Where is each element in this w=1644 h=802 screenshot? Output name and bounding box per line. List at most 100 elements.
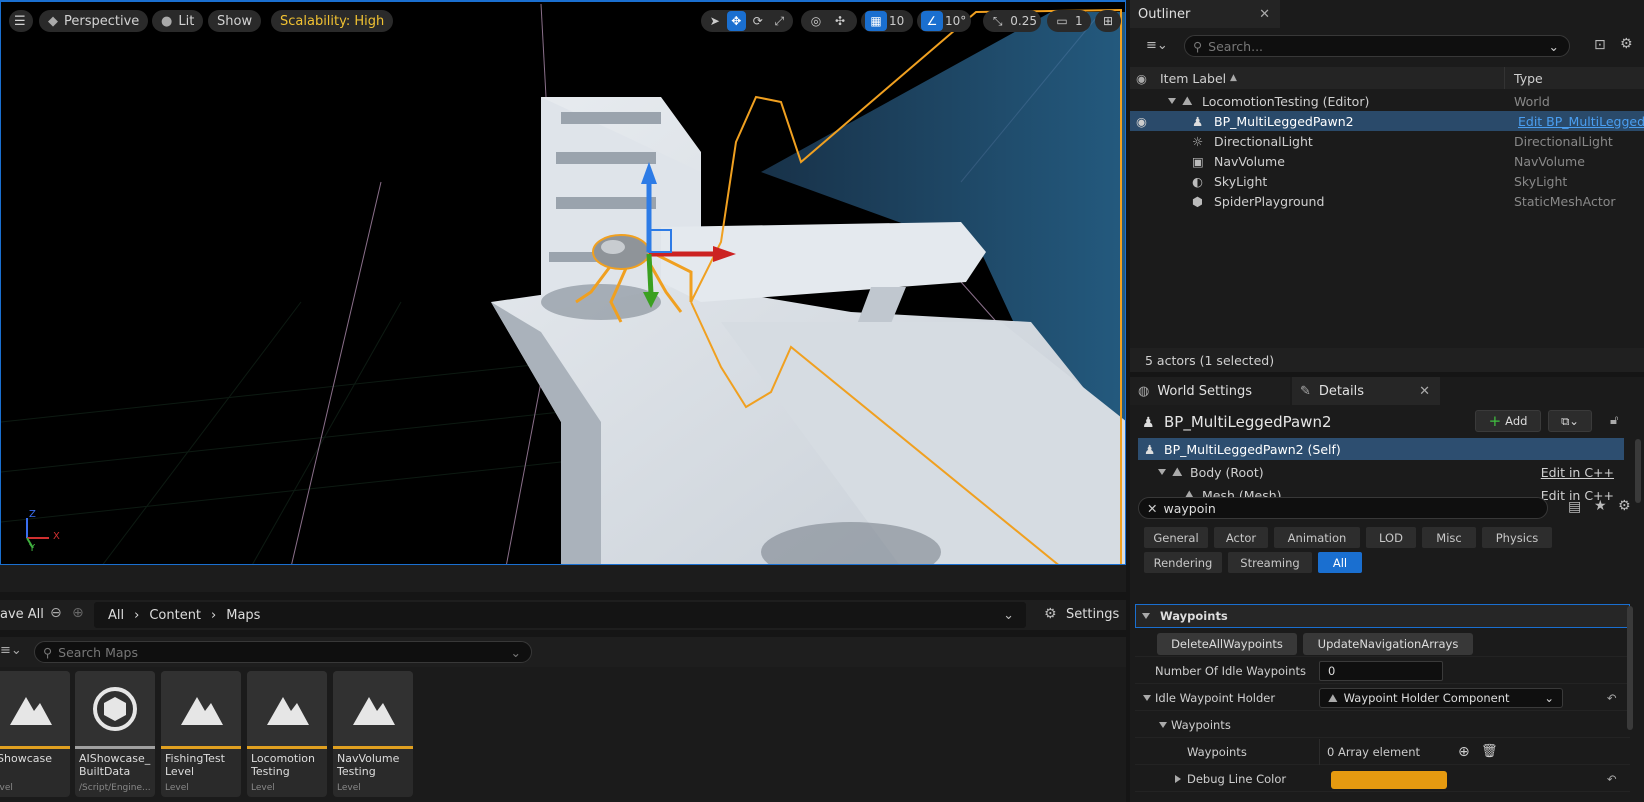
camera-icon[interactable]: ▭ — [1051, 11, 1073, 31]
gear-icon[interactable]: ⚙ — [1618, 498, 1631, 514]
gear-icon[interactable]: ⚙ — [1044, 606, 1057, 622]
viewport-menu-button[interactable]: ☰ — [9, 10, 33, 32]
category-actor[interactable]: Actor — [1214, 527, 1268, 548]
history-back-icon[interactable]: ⊖ — [50, 605, 62, 621]
idle-waypoint-holder-dropdown[interactable]: ⛰ Waypoint Holder Component ⌄ — [1319, 688, 1563, 708]
category-rendering[interactable]: Rendering — [1144, 552, 1222, 573]
search-maps-input[interactable]: ⚲ Search Maps ⌄ — [34, 641, 532, 663]
table-view-icon[interactable]: ▤ — [1568, 499, 1581, 515]
outliner-item-spiderplayground[interactable]: ⬢ SpiderPlayground StaticMeshActor — [1130, 191, 1644, 211]
gear-icon[interactable]: ⚙ — [1620, 36, 1633, 52]
category-general[interactable]: General — [1144, 527, 1208, 548]
camera-speed-control[interactable]: ▭ 1 — [1047, 10, 1091, 32]
layout-button[interactable]: ⊞ — [1095, 10, 1121, 32]
outliner-item-directionallight[interactable]: ☼ DirectionalLight DirectionalLight — [1130, 131, 1644, 151]
category-animation[interactable]: Animation — [1274, 527, 1360, 548]
reset-icon[interactable]: ↶ — [1607, 691, 1617, 705]
perspective-button[interactable]: ◆ Perspective — [39, 10, 149, 32]
asset-tile[interactable]: Locomotion Testing Level — [247, 671, 327, 797]
number-idle-waypoints-input[interactable]: 0 — [1319, 661, 1443, 681]
filter-icon[interactable]: ≡⌄ — [1146, 38, 1168, 53]
outliner-tab[interactable]: Outliner ✕ — [1130, 0, 1280, 28]
save-all-button[interactable]: ave All — [0, 607, 44, 622]
blueprint-options-button[interactable]: ⧉⌄ — [1548, 410, 1592, 432]
col-type[interactable]: Type — [1514, 71, 1543, 86]
scale-icon[interactable]: ⤢ — [770, 11, 790, 31]
grid-snap-control[interactable]: ▦ 10 — [861, 10, 913, 32]
expand-arrow-icon[interactable] — [1143, 694, 1151, 701]
eye-icon[interactable]: ◉ — [1136, 114, 1147, 129]
outliner-item-navvolume[interactable]: ▣ NavVolume NavVolume — [1130, 151, 1644, 171]
rotate-icon[interactable]: ⟳ — [748, 11, 768, 31]
clear-icon[interactable]: ✕ — [1147, 501, 1157, 516]
trash-icon[interactable]: 🗑︎ — [1481, 744, 1498, 759]
subsection-waypoints[interactable]: Waypoints — [1135, 712, 1630, 738]
category-misc[interactable]: Misc — [1422, 527, 1476, 548]
level-viewport[interactable]: ☰ ◆ Perspective ● Lit Show Scalability: … — [0, 0, 1126, 565]
category-all[interactable]: All — [1318, 552, 1362, 573]
filter-icon[interactable]: ≡⌄ — [0, 643, 22, 658]
grid-icon[interactable]: ▦ — [865, 11, 887, 31]
update-navigation-arrays-button[interactable]: UpdateNavigationArrays — [1303, 633, 1473, 655]
star-icon[interactable]: ★ — [1594, 498, 1607, 514]
add-component-button[interactable]: + Add — [1475, 410, 1541, 432]
lock-icon[interactable]: 🔓︎ — [1610, 413, 1618, 428]
add-element-icon[interactable]: ⊕ — [1458, 744, 1470, 760]
show-button[interactable]: Show — [208, 10, 262, 32]
tab-world-settings[interactable]: ◍ World Settings — [1130, 377, 1290, 405]
edit-blueprint-link[interactable]: Edit BP_MultiLeggedPa — [1518, 114, 1644, 129]
expand-arrow-icon[interactable] — [1158, 469, 1166, 475]
lit-button[interactable]: ● Lit — [152, 10, 204, 32]
category-physics[interactable]: Physics — [1482, 527, 1552, 548]
history-forward-icon[interactable]: ⊕ — [72, 605, 84, 621]
edit-in-cpp-link[interactable]: Edit in C++ — [1541, 465, 1614, 480]
scale-snap-control[interactable]: ⤡ 0.25 — [983, 10, 1041, 32]
expand-arrow-icon[interactable] — [1168, 98, 1176, 104]
actor-name-field[interactable]: BP_MultiLeggedPawn2 — [1164, 413, 1332, 431]
asset-tile[interactable]: FishingTest Level Level — [161, 671, 241, 797]
rotate-snap-control[interactable]: ∠ 10° — [917, 10, 971, 32]
asset-tile[interactable]: NavVolume Testing Level — [333, 671, 413, 797]
breadcrumb-content[interactable]: Content — [149, 608, 201, 623]
asset-tile[interactable]: AIShowcase_ BuiltData /Script/Engine... — [75, 671, 155, 797]
details-filter-input[interactable]: ✕ waypoin — [1138, 497, 1548, 519]
scale-snap-icon[interactable]: ⤡ — [987, 11, 1008, 31]
globe-icon[interactable]: ◎ — [805, 11, 827, 31]
asset-tile[interactable]: lShowcase evel — [0, 671, 70, 797]
tab-details[interactable]: ✎ Details ✕ — [1292, 377, 1440, 405]
debug-line-color-swatch[interactable] — [1331, 771, 1447, 789]
add-folder-icon[interactable]: ⊡ — [1594, 37, 1606, 53]
chevron-down-icon[interactable]: ⌄ — [1549, 39, 1559, 54]
section-waypoints-header[interactable]: Waypoints — [1135, 604, 1630, 628]
reset-icon[interactable]: ↶ — [1607, 772, 1617, 786]
outliner-search-input[interactable]: ⚲ Search... ⌄ — [1184, 35, 1570, 57]
scalability-button[interactable]: Scalability: High — [271, 10, 394, 32]
expand-arrow-icon[interactable] — [1159, 721, 1167, 728]
breadcrumb-all[interactable]: All — [108, 608, 124, 623]
component-scrollbar[interactable] — [1635, 439, 1641, 503]
component-self-row[interactable]: ♟ BP_MultiLeggedPawn2 (Self) — [1138, 438, 1624, 460]
angle-icon[interactable]: ∠ — [921, 11, 943, 31]
category-streaming[interactable]: Streaming — [1228, 552, 1312, 573]
delete-all-waypoints-button[interactable]: DeleteAllWaypoints — [1157, 633, 1297, 655]
close-icon[interactable]: ✕ — [1259, 7, 1270, 22]
chevron-down-icon[interactable]: ⌄ — [1003, 608, 1014, 623]
outliner-item-skylight[interactable]: ◐ SkyLight SkyLight — [1130, 171, 1644, 191]
chevron-down-icon[interactable]: ⌄ — [511, 645, 521, 660]
outliner-world-row[interactable]: ⛰ LocomotionTesting (Editor) World — [1130, 91, 1644, 111]
expand-arrow-icon[interactable] — [1175, 774, 1181, 783]
surface-snap-icon[interactable]: ✣ — [829, 11, 851, 31]
grid-snap-value: 10 — [889, 14, 905, 28]
select-icon[interactable]: ➤ — [705, 11, 725, 31]
details-scrollbar[interactable] — [1627, 606, 1633, 730]
settings-button[interactable]: Settings — [1066, 607, 1119, 622]
collapse-arrow-icon[interactable] — [1142, 613, 1150, 619]
component-body-row[interactable]: ⛰ Body (Root) Edit in C++ — [1138, 461, 1624, 483]
move-icon[interactable]: ✥ — [726, 11, 746, 31]
eye-icon[interactable]: ◉ — [1136, 71, 1147, 86]
breadcrumb-maps[interactable]: Maps — [226, 608, 260, 623]
col-item-label[interactable]: Item Label — [1160, 71, 1226, 86]
close-icon[interactable]: ✕ — [1419, 384, 1430, 399]
outliner-item-bp-multileggedpawn2[interactable]: ◉ ♟ BP_MultiLeggedPawn2 Edit BP_MultiLeg… — [1130, 111, 1644, 131]
category-lod[interactable]: LOD — [1366, 527, 1416, 548]
